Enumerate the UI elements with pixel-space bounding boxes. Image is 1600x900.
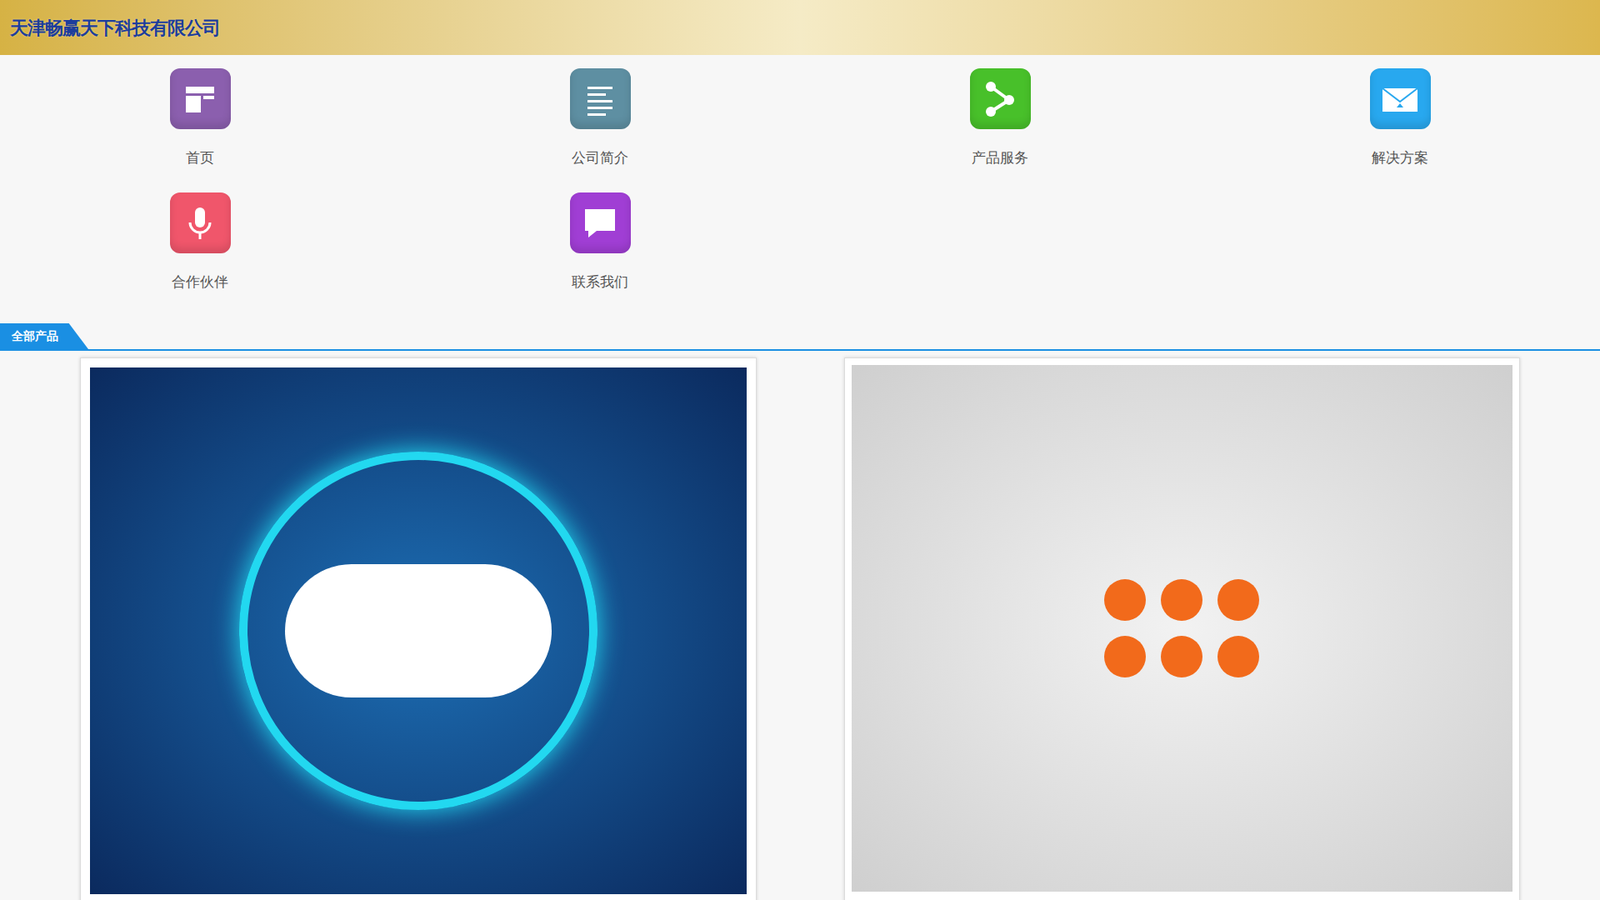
main-nav: 首页 公司简介 产品服务 解决方案合作伙伴 联系我们 [0,55,1600,324]
nav-label[interactable]: 解决方案 [1371,147,1429,168]
orange-dot [1160,579,1203,621]
product-card[interactable] [844,357,1521,900]
cloud-shape [285,564,552,698]
orange-dot [1217,579,1260,621]
product-image [851,365,1514,892]
share-icon[interactable] [970,68,1031,130]
chat-icon[interactable] [570,192,631,254]
microphone-icon[interactable] [170,192,231,254]
document-icon[interactable] [570,68,631,130]
orange-dot [1104,579,1146,621]
orange-dot [1104,635,1146,678]
orange-dot [1217,635,1260,678]
home-icon[interactable] [170,68,231,130]
section-header: 全部产品 [0,323,1600,351]
nav-label[interactable]: 合作伙伴 [171,271,229,292]
orange-cluster [1104,579,1260,678]
nav-label[interactable]: 首页 [185,147,215,168]
section-tab[interactable]: 全部产品 [0,323,89,350]
nav-label[interactable]: 产品服务 [971,147,1029,168]
nav-label[interactable]: 公司简介 [571,147,629,168]
nav-item[interactable]: 合作伙伴 [0,192,400,292]
nav-item[interactable]: 联系我们 [400,192,800,292]
orange-dot [1160,635,1203,678]
product-grid [0,350,1600,900]
nav-item[interactable]: 公司简介 [400,68,800,168]
nav-label[interactable]: 联系我们 [571,271,629,292]
product-card[interactable] [80,357,757,900]
nav-item[interactable]: 首页 [0,68,400,168]
nav-item[interactable]: 解决方案 [1200,68,1600,168]
product-image [90,367,747,895]
nav-item[interactable]: 产品服务 [800,68,1200,168]
site-logo[interactable]: 天津畅赢天下科技有限公司 [10,14,220,42]
mail-icon[interactable] [1370,68,1431,130]
site-header: 天津畅赢天下科技有限公司 [0,0,1600,55]
cloud-ring [239,451,598,810]
